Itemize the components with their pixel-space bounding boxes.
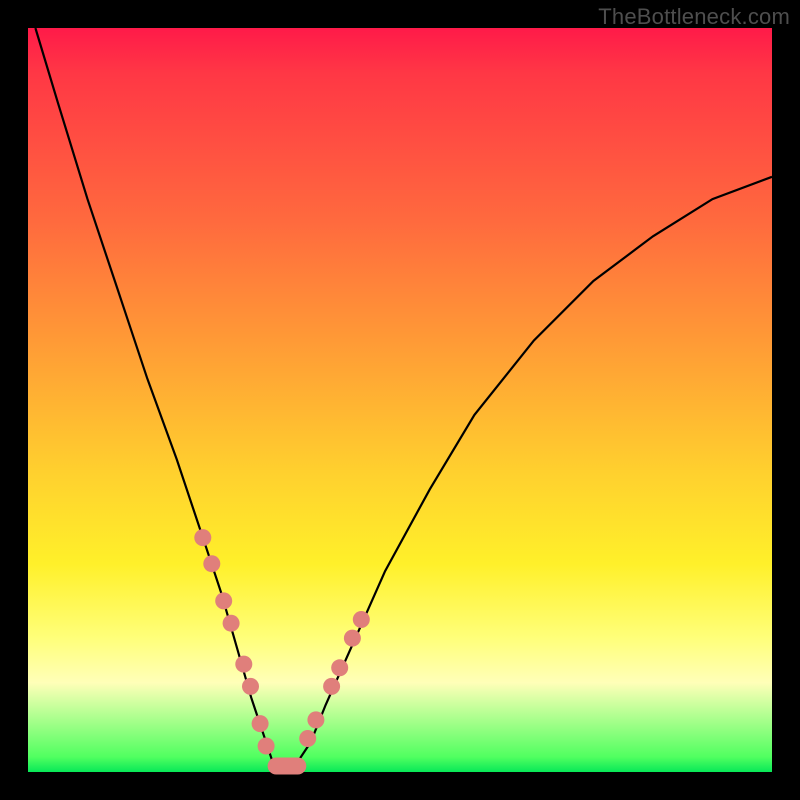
bottom-flat-marker [268,758,307,775]
curve-dot [235,656,252,673]
curve-dot [323,678,340,695]
curve-dot [344,630,361,647]
plot-area [28,28,772,772]
curve-dot [194,529,211,546]
bottleneck-curve [35,28,772,772]
curve-dot [331,659,348,676]
curve-dot [307,711,324,728]
curve-dot [299,730,316,747]
curve-dot [223,615,240,632]
chart-frame: TheBottleneck.com [0,0,800,800]
chart-svg [28,28,772,772]
curve-dot [252,715,269,732]
marker-layer [194,529,369,774]
curve-dot [215,592,232,609]
curve-dot [203,555,220,572]
curve-dot [258,738,275,755]
curve-dot [353,611,370,628]
curve-dot [242,678,259,695]
watermark-text: TheBottleneck.com [598,4,790,30]
